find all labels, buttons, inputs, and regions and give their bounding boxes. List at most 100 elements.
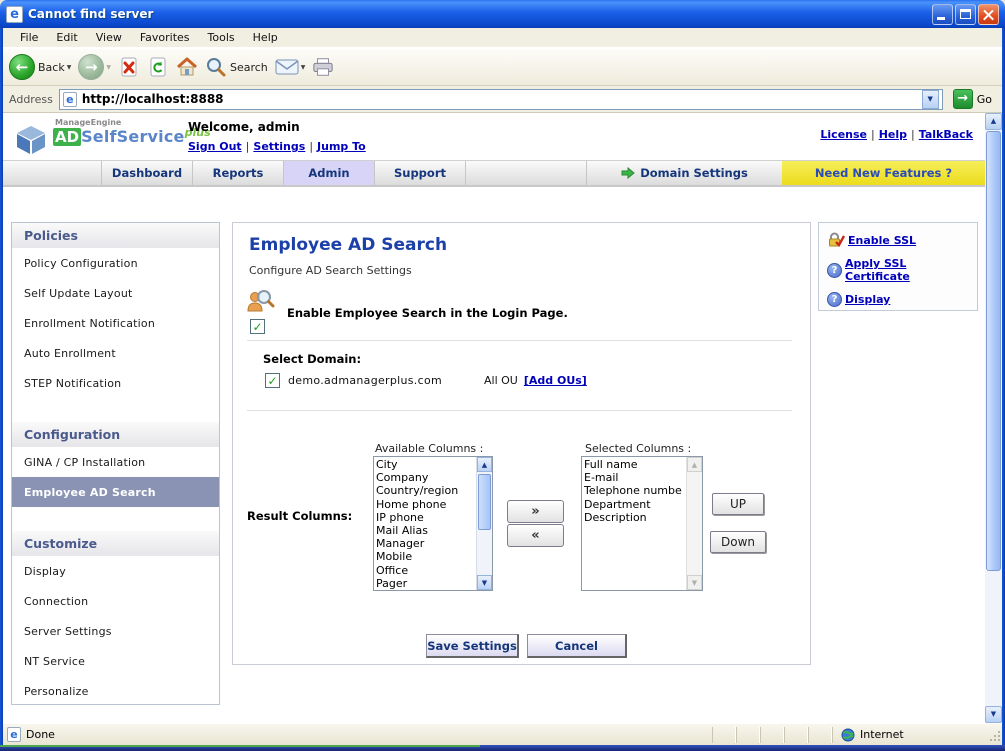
menu-tools[interactable]: Tools — [199, 29, 244, 46]
move-up-button[interactable]: UP — [712, 493, 764, 515]
back-dropdown-icon[interactable]: ▼ — [67, 64, 72, 71]
scroll-down-icon[interactable]: ▼ — [477, 575, 492, 590]
scroll-down-icon: ▼ — [687, 575, 702, 590]
scrollbar-thumb[interactable] — [478, 474, 491, 530]
divider — [247, 340, 792, 341]
domain-checkbox[interactable]: ✓ — [265, 373, 280, 388]
mail-dropdown-icon[interactable]: ▼ — [301, 64, 306, 71]
list-item[interactable]: IP phone — [376, 511, 475, 524]
main-navigation: Dashboard Reports Admin Support Domain S… — [3, 160, 985, 187]
back-arrow-icon: ← — [9, 54, 35, 80]
list-item[interactable]: City — [376, 458, 475, 471]
sidebar-item-employee-ad-search[interactable]: Employee AD Search — [12, 477, 219, 507]
minimize-button[interactable] — [932, 3, 953, 25]
scroll-up-icon[interactable]: ▲ — [985, 113, 1002, 130]
menu-view[interactable]: View — [87, 29, 131, 46]
help-link[interactable]: Help — [879, 128, 907, 141]
jump-to-link[interactable]: Jump To — [317, 140, 366, 153]
list-item[interactable]: Mobile — [376, 550, 475, 563]
settings-sidebar: Policies Policy Configuration Self Updat… — [11, 222, 220, 705]
page-title: Employee AD Search — [249, 235, 448, 255]
refresh-button[interactable] — [147, 56, 169, 78]
stop-button[interactable] — [118, 56, 140, 78]
mail-button[interactable]: ▼ — [275, 58, 306, 76]
move-left-button[interactable]: « — [507, 524, 564, 547]
sidebar-item-display[interactable]: Display — [12, 556, 219, 586]
go-button[interactable]: → Go — [949, 89, 996, 109]
license-link[interactable]: License — [820, 128, 867, 141]
cancel-button[interactable]: Cancel — [527, 634, 627, 658]
list-item[interactable]: Home phone — [376, 498, 475, 511]
mail-icon — [275, 59, 299, 75]
scroll-up-icon[interactable]: ▲ — [477, 457, 492, 472]
forward-button[interactable]: → ▼ — [78, 54, 111, 80]
tab-reports[interactable]: Reports — [193, 161, 284, 185]
sidebar-item-connection[interactable]: Connection — [12, 586, 219, 616]
scroll-up-icon: ▲ — [687, 457, 702, 472]
sidebar-item-self-update-layout[interactable]: Self Update Layout — [12, 278, 219, 308]
enable-ssl-link[interactable]: Enable SSL — [848, 234, 916, 247]
move-down-button[interactable]: Down — [710, 531, 766, 553]
globe-icon — [841, 728, 855, 741]
selected-columns-listbox[interactable]: Full name E-mail Telephone numbe Departm… — [581, 456, 703, 591]
list-item[interactable]: Manager — [376, 537, 475, 550]
list-item[interactable]: Description — [584, 511, 685, 524]
scroll-down-icon[interactable]: ▼ — [985, 706, 1002, 723]
list-item[interactable]: Pager — [376, 577, 475, 589]
forward-dropdown-icon: ▼ — [106, 63, 111, 71]
green-arrow-icon — [621, 167, 635, 179]
sidebar-item-server-settings[interactable]: Server Settings — [12, 616, 219, 646]
listbox-scrollbar-disabled: ▲ ▼ — [686, 457, 702, 590]
menu-help[interactable]: Help — [244, 29, 287, 46]
settings-link[interactable]: Settings — [253, 140, 305, 153]
tab-support[interactable]: Support — [375, 161, 466, 185]
display-link[interactable]: Display — [845, 293, 890, 306]
home-button[interactable] — [176, 56, 198, 78]
sidebar-item-auto-enrollment[interactable]: Auto Enrollment — [12, 338, 219, 368]
add-ous-link[interactable]: [Add OUs] — [524, 374, 587, 387]
enable-search-checkbox[interactable]: ✓ — [250, 319, 265, 334]
menu-edit[interactable]: Edit — [47, 29, 86, 46]
list-item[interactable]: Company — [376, 471, 475, 484]
sidebar-item-policy-configuration[interactable]: Policy Configuration — [12, 248, 219, 278]
talkback-link[interactable]: TalkBack — [919, 128, 973, 141]
close-button[interactable] — [978, 3, 999, 25]
result-columns-label: Result Columns: — [247, 509, 353, 523]
print-button[interactable] — [312, 56, 334, 78]
sign-out-link[interactable]: Sign Out — [188, 140, 242, 153]
address-input[interactable]: e http://localhost:8888 ▼ — [58, 88, 943, 110]
sidebar-item-enrollment-notification[interactable]: Enrollment Notification — [12, 308, 219, 338]
resize-grip[interactable] — [986, 727, 1002, 743]
save-settings-button[interactable]: Save Settings — [426, 634, 519, 658]
listbox-scrollbar[interactable]: ▲ ▼ — [476, 457, 492, 590]
menu-file[interactable]: File — [11, 29, 47, 46]
sidebar-item-nt-service[interactable]: NT Service — [12, 646, 219, 676]
maximize-button[interactable] — [955, 3, 976, 25]
list-item[interactable]: Office — [376, 564, 475, 577]
available-columns-listbox[interactable]: City Company Country/region Home phone I… — [373, 456, 493, 591]
sidebar-item-personalize[interactable]: Personalize — [12, 676, 219, 704]
list-item[interactable]: Telephone numbe — [584, 484, 685, 497]
apply-ssl-certificate-link[interactable]: Apply SSL Certificate — [845, 257, 969, 283]
list-item[interactable]: E-mail — [584, 471, 685, 484]
need-new-features-button[interactable]: Need New Features ? — [782, 161, 985, 185]
scrollbar-thumb[interactable] — [986, 131, 1001, 571]
sidebar-item-gina-cp-installation[interactable]: GINA / CP Installation — [12, 447, 219, 477]
domain-settings-button[interactable]: Domain Settings — [586, 161, 782, 185]
tab-dashboard[interactable]: Dashboard — [102, 161, 193, 185]
move-right-button[interactable]: » — [507, 500, 564, 523]
list-item[interactable]: Country/region — [376, 484, 475, 497]
status-bar: e Done Internet — [3, 723, 1002, 745]
back-button[interactable]: ← Back ▼ — [9, 54, 71, 80]
go-arrow-icon: → — [952, 89, 973, 109]
address-dropdown-icon[interactable]: ▼ — [921, 89, 939, 109]
browser-scrollbar[interactable]: ▲ ▼ — [985, 113, 1002, 723]
list-item[interactable]: Mail Alias — [376, 524, 475, 537]
menu-favorites[interactable]: Favorites — [131, 29, 199, 46]
apply-ssl-certificate-row: ? Apply SSL Certificate — [827, 257, 969, 283]
sidebar-item-step-notification[interactable]: STEP Notification — [12, 368, 219, 398]
list-item[interactable]: Department — [584, 498, 685, 511]
search-button[interactable]: Search — [205, 56, 268, 78]
list-item[interactable]: Full name — [584, 458, 685, 471]
tab-admin[interactable]: Admin — [284, 161, 375, 185]
